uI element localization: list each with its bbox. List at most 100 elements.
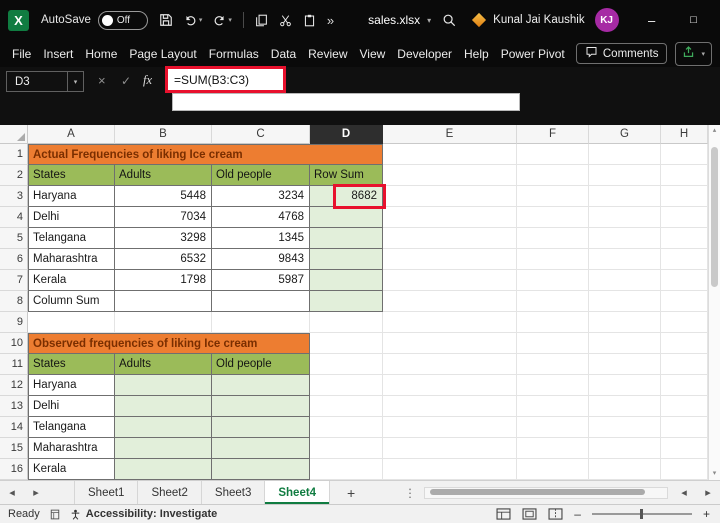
cell-H3[interactable] (661, 186, 708, 207)
zoom-out-icon[interactable]: – (574, 507, 581, 521)
cell-H11[interactable] (661, 354, 708, 375)
row-header-1[interactable]: 1 (0, 144, 28, 165)
horizontal-scrollbar-thumb[interactable] (430, 488, 646, 495)
cell-A15[interactable]: Maharashtra (28, 438, 115, 459)
copy-icon[interactable] (255, 14, 268, 27)
cell-F11[interactable] (517, 354, 589, 375)
cell-G8[interactable] (589, 291, 661, 312)
row-header-16[interactable]: 16 (0, 459, 28, 480)
cell-D4[interactable] (310, 207, 383, 228)
maximize-button[interactable]: □ (673, 0, 715, 40)
cell-E6[interactable] (383, 249, 517, 270)
cell-A7[interactable]: Kerala (28, 270, 115, 291)
cell-B14[interactable] (115, 417, 212, 438)
column-header-H[interactable]: H (661, 125, 708, 144)
cell-C6[interactable]: 9843 (212, 249, 310, 270)
row-header-5[interactable]: 5 (0, 228, 28, 249)
cell-H1[interactable] (661, 144, 708, 165)
ribbon-tab-help[interactable]: Help (458, 40, 495, 67)
redo-icon[interactable]: ▾ (213, 14, 232, 27)
cell-H14[interactable] (661, 417, 708, 438)
normal-view-icon[interactable] (496, 508, 511, 520)
cell-C9[interactable] (212, 312, 310, 333)
row-header-7[interactable]: 7 (0, 270, 28, 291)
cell-F5[interactable] (517, 228, 589, 249)
minimize-button[interactable]: – (631, 0, 673, 40)
cell-H10[interactable] (661, 333, 708, 354)
cell-G10[interactable] (589, 333, 661, 354)
row-header-8[interactable]: 8 (0, 291, 28, 312)
cell-D9[interactable] (310, 312, 383, 333)
cell-C4[interactable]: 4768 (212, 207, 310, 228)
cell-E9[interactable] (383, 312, 517, 333)
cell-F10[interactable] (517, 333, 589, 354)
row-header-9[interactable]: 9 (0, 312, 28, 333)
row-header-10[interactable]: 10 (0, 333, 28, 354)
cell-D12[interactable] (310, 375, 383, 396)
cell-C12[interactable] (212, 375, 310, 396)
cell-C14[interactable] (212, 417, 310, 438)
zoom-slider[interactable] (591, 509, 692, 519)
ribbon-tab-data[interactable]: Data (265, 40, 302, 67)
cell-G2[interactable] (589, 165, 661, 186)
cell-G1[interactable] (589, 144, 661, 165)
scroll-down-icon[interactable]: ▾ (713, 468, 717, 480)
cell-E2[interactable] (383, 165, 517, 186)
cell-H16[interactable] (661, 459, 708, 480)
cell-F12[interactable] (517, 375, 589, 396)
cell-B3[interactable]: 5448 (115, 186, 212, 207)
row-header-12[interactable]: 12 (0, 375, 28, 396)
cell-F1[interactable] (517, 144, 589, 165)
cell-F2[interactable] (517, 165, 589, 186)
cell-A1[interactable]: Actual Frequencies of liking Ice cream (28, 144, 383, 165)
cell-G15[interactable] (589, 438, 661, 459)
ribbon-tab-formulas[interactable]: Formulas (203, 40, 265, 67)
cell-D13[interactable] (310, 396, 383, 417)
cell-F15[interactable] (517, 438, 589, 459)
cell-A4[interactable]: Delhi (28, 207, 115, 228)
document-title[interactable]: sales.xlsx ▾ (368, 13, 431, 27)
column-header-A[interactable]: A (28, 125, 115, 144)
paste-icon[interactable] (303, 14, 316, 27)
cell-H7[interactable] (661, 270, 708, 291)
cell-E8[interactable] (383, 291, 517, 312)
hscroll-left-icon[interactable]: ◂ (672, 481, 696, 504)
row-header-13[interactable]: 13 (0, 396, 28, 417)
cell-E10[interactable] (383, 333, 517, 354)
cell-C8[interactable] (212, 291, 310, 312)
cell-A11[interactable]: States (28, 354, 115, 375)
ribbon-tab-page-layout[interactable]: Page Layout (123, 40, 202, 67)
cell-G12[interactable] (589, 375, 661, 396)
cell-A13[interactable]: Delhi (28, 396, 115, 417)
cell-F13[interactable] (517, 396, 589, 417)
cell-D14[interactable] (310, 417, 383, 438)
cell-A3[interactable]: Haryana (28, 186, 115, 207)
cell-G16[interactable] (589, 459, 661, 480)
ribbon-tab-review[interactable]: Review (302, 40, 353, 67)
cell-D8[interactable] (310, 291, 383, 312)
formula-input[interactable]: =SUM(B3:C3) (165, 66, 286, 93)
sheet-nav-right-icon[interactable]: ▸ (24, 481, 48, 504)
cell-C2[interactable]: Old people (212, 165, 310, 186)
cell-G14[interactable] (589, 417, 661, 438)
cell-H12[interactable] (661, 375, 708, 396)
column-header-E[interactable]: E (383, 125, 517, 144)
macro-record-icon[interactable] (50, 509, 60, 520)
cell-E1[interactable] (383, 144, 517, 165)
sheet-tab-sheet4[interactable]: Sheet4 (265, 481, 331, 504)
user-avatar[interactable]: KJ (594, 8, 619, 32)
sheet-tab-sheet2[interactable]: Sheet2 (138, 481, 202, 504)
comments-button[interactable]: Comments (575, 43, 668, 64)
cell-B15[interactable] (115, 438, 212, 459)
cell-E15[interactable] (383, 438, 517, 459)
search-icon[interactable] (442, 13, 456, 27)
cell-H5[interactable] (661, 228, 708, 249)
quick-access-overflow-icon[interactable]: » (327, 13, 334, 28)
ribbon-tab-developer[interactable]: Developer (391, 40, 458, 67)
column-header-F[interactable]: F (517, 125, 589, 144)
cell-C11[interactable]: Old people (212, 354, 310, 375)
cell-B16[interactable] (115, 459, 212, 480)
cell-A12[interactable]: Haryana (28, 375, 115, 396)
cell-H2[interactable] (661, 165, 708, 186)
page-layout-view-icon[interactable] (522, 508, 537, 520)
